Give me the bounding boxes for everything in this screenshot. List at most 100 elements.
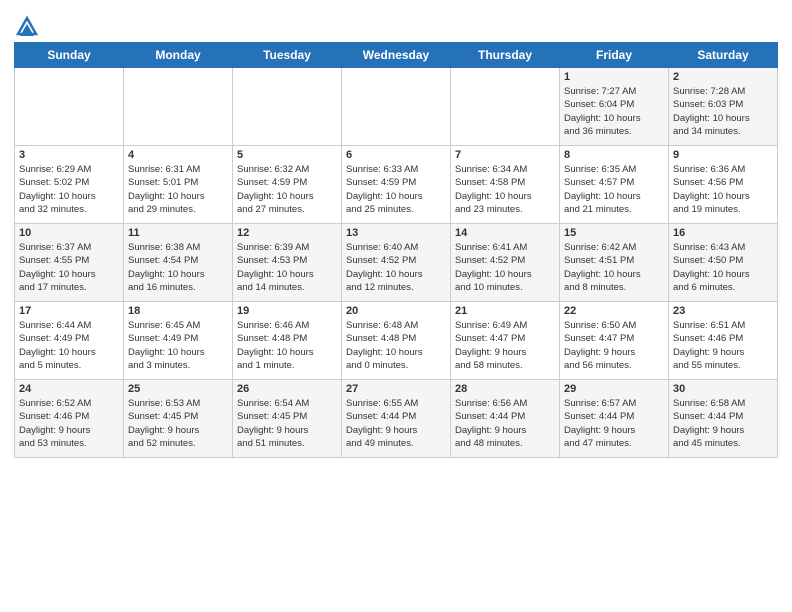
calendar-cell: 26Sunrise: 6:54 AM Sunset: 4:45 PM Dayli…	[233, 380, 342, 458]
calendar-cell: 16 Sunrise: 6:43 AM Sunset: 4:50 PM Dayli…	[669, 224, 778, 302]
calendar-cell: 21 Sunrise: 6:49 AM Sunset: 4:47 PM Dayli…	[451, 302, 560, 380]
weekday-header-monday: Monday	[124, 43, 233, 68]
calendar-cell: 27 Sunrise: 6:55 AM Sunset: 4:44 PM Dayli…	[342, 380, 451, 458]
day-number: 16	[673, 227, 773, 239]
day-number: 6	[346, 149, 446, 161]
day-number: 3	[19, 149, 119, 161]
day-number: 24	[19, 383, 119, 395]
calendar-header: SundayMondayTuesdayWednesdayThursdayFrid…	[15, 43, 778, 68]
weekday-header-sunday: Sunday	[15, 43, 124, 68]
day-number: 9	[673, 149, 773, 161]
day-info: Sunrise: 6:35 AM Sunset: 4:57 PM Dayligh…	[564, 163, 664, 216]
day-info: Sunrise: 6:48 AM Sunset: 4:48 PM Dayligh…	[346, 319, 446, 372]
weekday-header-wednesday: Wednesday	[342, 43, 451, 68]
weekday-header-tuesday: Tuesday	[233, 43, 342, 68]
day-number: 2	[673, 71, 773, 83]
calendar-cell: 22Sunrise: 6:50 AM Sunset: 4:47 PM Dayli…	[560, 302, 669, 380]
logo-icon	[16, 14, 38, 36]
calendar-cell: 29Sunrise: 6:57 AM Sunset: 4:44 PM Dayli…	[560, 380, 669, 458]
day-info: Sunrise: 6:31 AM Sunset: 5:01 PM Dayligh…	[128, 163, 228, 216]
calendar-week-1: 1 Sunrise: 7:27 AM Sunset: 6:04 PM Daylig…	[15, 68, 778, 146]
day-number: 14	[455, 227, 555, 239]
day-info: Sunrise: 6:58 AM Sunset: 4:44 PM Dayligh…	[673, 397, 773, 450]
day-number: 26	[237, 383, 337, 395]
day-info: Sunrise: 6:29 AM Sunset: 5:02 PM Dayligh…	[19, 163, 119, 216]
calendar-cell: 17 Sunrise: 6:44 AM Sunset: 4:49 PM Dayli…	[15, 302, 124, 380]
day-info: Sunrise: 6:38 AM Sunset: 4:54 PM Dayligh…	[128, 241, 228, 294]
logo	[14, 14, 38, 36]
calendar-cell: 20 Sunrise: 6:48 AM Sunset: 4:48 PM Dayli…	[342, 302, 451, 380]
calendar-cell: 15 Sunrise: 6:42 AM Sunset: 4:51 PM Dayli…	[560, 224, 669, 302]
day-info: Sunrise: 6:34 AM Sunset: 4:58 PM Dayligh…	[455, 163, 555, 216]
day-number: 13	[346, 227, 446, 239]
calendar-cell: 24 Sunrise: 6:52 AM Sunset: 4:46 PM Dayli…	[15, 380, 124, 458]
calendar-cell: 7 Sunrise: 6:34 AM Sunset: 4:58 PM Daylig…	[451, 146, 560, 224]
calendar-cell	[451, 68, 560, 146]
day-number: 15	[564, 227, 664, 239]
day-info: Sunrise: 6:49 AM Sunset: 4:47 PM Dayligh…	[455, 319, 555, 372]
calendar-cell: 28 Sunrise: 6:56 AM Sunset: 4:44 PM Dayli…	[451, 380, 560, 458]
day-info: Sunrise: 6:51 AM Sunset: 4:46 PM Dayligh…	[673, 319, 773, 372]
day-info: Sunrise: 6:32 AM Sunset: 4:59 PM Dayligh…	[237, 163, 337, 216]
day-info: Sunrise: 6:45 AM Sunset: 4:49 PM Dayligh…	[128, 319, 228, 372]
page: SundayMondayTuesdayWednesdayThursdayFrid…	[0, 0, 792, 468]
day-number: 22	[564, 305, 664, 317]
calendar-cell: 6 Sunrise: 6:33 AM Sunset: 4:59 PM Daylig…	[342, 146, 451, 224]
day-number: 20	[346, 305, 446, 317]
day-info: Sunrise: 6:52 AM Sunset: 4:46 PM Dayligh…	[19, 397, 119, 450]
calendar-cell: 8Sunrise: 6:35 AM Sunset: 4:57 PM Daylig…	[560, 146, 669, 224]
day-info: Sunrise: 6:44 AM Sunset: 4:49 PM Dayligh…	[19, 319, 119, 372]
calendar-cell	[342, 68, 451, 146]
calendar-cell: 30 Sunrise: 6:58 AM Sunset: 4:44 PM Dayli…	[669, 380, 778, 458]
day-number: 17	[19, 305, 119, 317]
weekday-row: SundayMondayTuesdayWednesdayThursdayFrid…	[15, 43, 778, 68]
calendar-table: SundayMondayTuesdayWednesdayThursdayFrid…	[14, 42, 778, 458]
day-info: Sunrise: 6:43 AM Sunset: 4:50 PM Dayligh…	[673, 241, 773, 294]
day-number: 28	[455, 383, 555, 395]
day-number: 21	[455, 305, 555, 317]
day-info: Sunrise: 6:39 AM Sunset: 4:53 PM Dayligh…	[237, 241, 337, 294]
day-info: Sunrise: 6:37 AM Sunset: 4:55 PM Dayligh…	[19, 241, 119, 294]
header	[14, 10, 778, 36]
day-info: Sunrise: 6:55 AM Sunset: 4:44 PM Dayligh…	[346, 397, 446, 450]
day-number: 27	[346, 383, 446, 395]
day-number: 7	[455, 149, 555, 161]
weekday-header-thursday: Thursday	[451, 43, 560, 68]
calendar-week-4: 17 Sunrise: 6:44 AM Sunset: 4:49 PM Dayli…	[15, 302, 778, 380]
calendar-cell: 11 Sunrise: 6:38 AM Sunset: 4:54 PM Dayli…	[124, 224, 233, 302]
day-number: 5	[237, 149, 337, 161]
day-info: Sunrise: 6:46 AM Sunset: 4:48 PM Dayligh…	[237, 319, 337, 372]
day-info: Sunrise: 6:53 AM Sunset: 4:45 PM Dayligh…	[128, 397, 228, 450]
day-info: Sunrise: 6:42 AM Sunset: 4:51 PM Dayligh…	[564, 241, 664, 294]
calendar-cell: 14 Sunrise: 6:41 AM Sunset: 4:52 PM Dayli…	[451, 224, 560, 302]
day-info: Sunrise: 6:56 AM Sunset: 4:44 PM Dayligh…	[455, 397, 555, 450]
calendar-cell	[15, 68, 124, 146]
logo-text	[14, 14, 38, 36]
calendar-cell: 5 Sunrise: 6:32 AM Sunset: 4:59 PM Daylig…	[233, 146, 342, 224]
calendar-cell: 9Sunrise: 6:36 AM Sunset: 4:56 PM Daylig…	[669, 146, 778, 224]
day-number: 4	[128, 149, 228, 161]
day-info: Sunrise: 6:33 AM Sunset: 4:59 PM Dayligh…	[346, 163, 446, 216]
calendar-cell: 4 Sunrise: 6:31 AM Sunset: 5:01 PM Daylig…	[124, 146, 233, 224]
day-number: 25	[128, 383, 228, 395]
calendar-cell: 10 Sunrise: 6:37 AM Sunset: 4:55 PM Dayli…	[15, 224, 124, 302]
calendar-cell	[124, 68, 233, 146]
calendar-body: 1 Sunrise: 7:27 AM Sunset: 6:04 PM Daylig…	[15, 68, 778, 458]
calendar-cell: 1 Sunrise: 7:27 AM Sunset: 6:04 PM Daylig…	[560, 68, 669, 146]
day-info: Sunrise: 6:40 AM Sunset: 4:52 PM Dayligh…	[346, 241, 446, 294]
calendar-cell: 19 Sunrise: 6:46 AM Sunset: 4:48 PM Dayli…	[233, 302, 342, 380]
day-number: 11	[128, 227, 228, 239]
day-number: 19	[237, 305, 337, 317]
calendar-cell: 2Sunrise: 7:28 AM Sunset: 6:03 PM Daylig…	[669, 68, 778, 146]
day-number: 10	[19, 227, 119, 239]
weekday-header-friday: Friday	[560, 43, 669, 68]
weekday-header-saturday: Saturday	[669, 43, 778, 68]
day-info: Sunrise: 6:41 AM Sunset: 4:52 PM Dayligh…	[455, 241, 555, 294]
day-number: 1	[564, 71, 664, 83]
day-number: 23	[673, 305, 773, 317]
calendar-cell: 23 Sunrise: 6:51 AM Sunset: 4:46 PM Dayli…	[669, 302, 778, 380]
calendar-week-5: 24 Sunrise: 6:52 AM Sunset: 4:46 PM Dayli…	[15, 380, 778, 458]
day-info: Sunrise: 7:27 AM Sunset: 6:04 PM Dayligh…	[564, 85, 664, 138]
calendar-week-3: 10 Sunrise: 6:37 AM Sunset: 4:55 PM Dayli…	[15, 224, 778, 302]
day-number: 30	[673, 383, 773, 395]
